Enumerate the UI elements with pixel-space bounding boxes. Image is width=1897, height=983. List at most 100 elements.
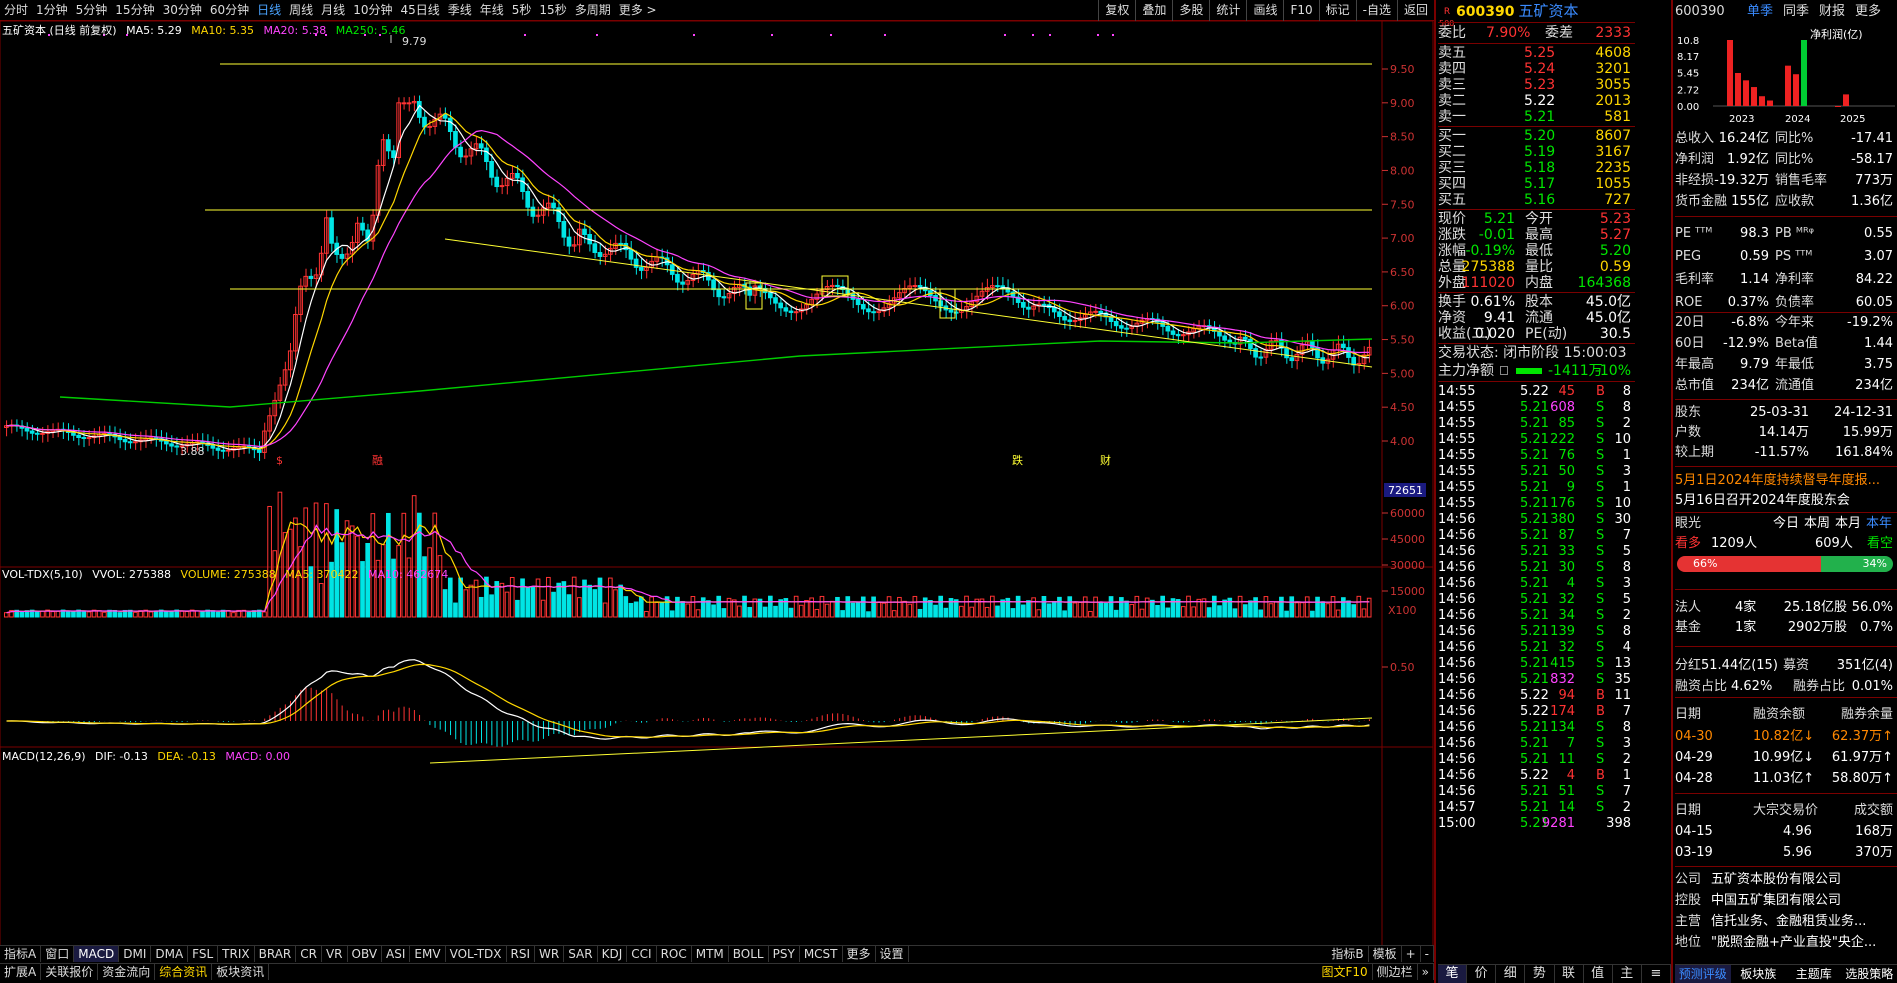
news-link[interactable]: 5月16日召开2024年度股东会 <box>1675 493 1850 508</box>
indicator-tab-11[interactable]: ASI <box>382 946 411 962</box>
period-tab-3[interactable]: 15分钟 <box>111 0 158 20</box>
fin-bottom-tab-3[interactable]: 选股策略 <box>1842 965 1897 983</box>
toolbar-button-4[interactable]: 画线 <box>1246 0 1283 21</box>
period-tab-15[interactable]: 多周期 <box>571 0 615 20</box>
indicator-tab-17[interactable]: KDJ <box>598 946 628 962</box>
period-tab-12[interactable]: 年线 <box>476 0 508 20</box>
period-tab-8[interactable]: 月线 <box>317 0 349 20</box>
tick-count: 10 <box>1614 496 1631 511</box>
sell-level-price[interactable]: 5.21 <box>1524 109 1555 125</box>
tick-tab-7[interactable]: ≡ <box>1642 965 1671 983</box>
tick-tab-5[interactable]: 值 <box>1584 965 1613 983</box>
buy-level-price[interactable]: 5.18 <box>1524 160 1555 176</box>
indicator-tab-13[interactable]: VOL-TDX <box>446 946 507 962</box>
indicator-tab-10[interactable]: OBV <box>348 946 383 962</box>
period-tab-6[interactable]: 日线 <box>253 0 285 20</box>
view-tab-2[interactable]: 本月 <box>1835 514 1861 534</box>
indicator-tab-14[interactable]: RSI <box>507 946 536 962</box>
tick-tab-2[interactable]: 细 <box>1496 965 1526 983</box>
period-tab-5[interactable]: 60分钟 <box>206 0 253 20</box>
view-tab-1[interactable]: 本周 <box>1804 514 1830 534</box>
extension-tab-3[interactable]: 综合资讯 <box>155 964 213 980</box>
extension-tab-1[interactable]: 关联报价 <box>41 964 99 980</box>
zhuli-info-icon[interactable] <box>1500 366 1508 375</box>
indicator-tab-24[interactable]: 更多 <box>843 946 876 962</box>
period-tab-4[interactable]: 30分钟 <box>159 0 206 20</box>
period-tab-2[interactable]: 5分钟 <box>72 0 112 20</box>
period-tab-1[interactable]: 1分钟 <box>32 0 72 20</box>
indicator-tab-4[interactable]: DMA <box>151 946 189 962</box>
sell-level-price[interactable]: 5.22 <box>1524 93 1555 109</box>
period-tab-0[interactable]: 分时 <box>0 0 32 20</box>
news-link[interactable]: 5月1日2024年度持续督导年度报... <box>1675 473 1880 488</box>
indicator-right-tab-1[interactable]: 模板 <box>1369 946 1402 962</box>
indicator-tab-1[interactable]: 窗口 <box>41 946 75 962</box>
extension-right-tab-0[interactable]: 图文F10 <box>1317 964 1373 980</box>
period-tab-16[interactable]: 更多 > <box>615 0 661 20</box>
fin-tab-2[interactable]: 财报 <box>1819 2 1845 22</box>
period-tab-7[interactable]: 周线 <box>285 0 317 20</box>
view-tab-3[interactable]: 本年 <box>1866 514 1892 534</box>
indicator-right-tab-2[interactable]: + <box>1402 946 1421 962</box>
toolbar-button-0[interactable]: 复权 <box>1098 0 1135 21</box>
indicator-tab-25[interactable]: 设置 <box>876 946 909 962</box>
toolbar-button-5[interactable]: F10 <box>1283 0 1318 21</box>
indicator-tab-3[interactable]: DMI <box>119 946 152 962</box>
tick-tab-3[interactable]: 势 <box>1525 965 1555 983</box>
sell-level-price[interactable]: 5.24 <box>1524 61 1555 77</box>
fin-bottom-tab-2[interactable]: 主题库 <box>1786 965 1842 983</box>
period-tab-9[interactable]: 10分钟 <box>349 0 396 20</box>
indicator-tab-22[interactable]: PSY <box>769 946 800 962</box>
tick-tab-1[interactable]: 价 <box>1467 965 1497 983</box>
indicator-tab-8[interactable]: CR <box>296 946 322 962</box>
period-tab-13[interactable]: 5秒 <box>508 0 536 20</box>
toolbar-button-2[interactable]: 多股 <box>1172 0 1209 21</box>
indicator-tab-21[interactable]: BOLL <box>729 946 769 962</box>
indicator-tab-0[interactable]: 指标A <box>0 946 42 962</box>
toolbar-button-3[interactable]: 统计 <box>1209 0 1246 21</box>
indicator-tab-16[interactable]: SAR <box>564 946 598 962</box>
view-tab-0[interactable]: 今日 <box>1773 514 1799 534</box>
indicator-tab-2[interactable]: MACD <box>74 946 120 962</box>
tick-tab-6[interactable]: 主 <box>1613 965 1642 983</box>
indicator-tab-9[interactable]: VR <box>322 946 348 962</box>
sell-level-price[interactable]: 5.25 <box>1524 45 1555 61</box>
indicator-tab-15[interactable]: WR <box>535 946 565 962</box>
indicator-tab-5[interactable]: FSL <box>188 946 219 962</box>
fin-tab-1[interactable]: 同季 <box>1783 2 1809 22</box>
indicator-right-tab-0[interactable]: 指标B <box>1327 946 1369 962</box>
chart-area[interactable]: 9.50 9.00 8.50 8.00 7.50 7.00 6.50 6.00 5.50 5.00… <box>0 21 1434 951</box>
toolbar-button-1[interactable]: 叠加 <box>1135 0 1172 21</box>
buy-level-price[interactable]: 5.16 <box>1524 192 1555 208</box>
indicator-tab-20[interactable]: MTM <box>692 946 729 962</box>
sell-level-price[interactable]: 5.23 <box>1524 77 1555 93</box>
toolbar-button-7[interactable]: -自选 <box>1355 0 1397 21</box>
period-tab-10[interactable]: 45日线 <box>396 0 443 20</box>
indicator-right-tab-3[interactable]: - <box>1421 946 1434 962</box>
extension-tab-2[interactable]: 资金流向 <box>98 964 156 980</box>
extension-tab-0[interactable]: 扩展A <box>0 964 42 980</box>
indicator-tab-19[interactable]: ROC <box>657 946 692 962</box>
indicator-tab-7[interactable]: BRAR <box>255 946 297 962</box>
buy-level-price[interactable]: 5.19 <box>1524 144 1555 160</box>
buy-level-price[interactable]: 5.17 <box>1524 176 1555 192</box>
extension-right-tab-1[interactable]: 侧边栏 <box>1373 964 1418 980</box>
buy-level-price[interactable]: 5.20 <box>1524 128 1555 144</box>
indicator-tab-6[interactable]: TRIX <box>218 946 255 962</box>
toolbar-button-8[interactable]: 返回 <box>1396 0 1434 21</box>
period-tab-11[interactable]: 季线 <box>444 0 476 20</box>
tick-tab-0[interactable]: 笔 <box>1438 965 1468 983</box>
indicator-tab-23[interactable]: MCST <box>800 946 843 962</box>
tick-time: 14:56 <box>1438 656 1476 671</box>
indicator-tab-12[interactable]: EMV <box>410 946 446 962</box>
extension-tab-4[interactable]: 板块资讯 <box>212 964 270 980</box>
tick-tab-4[interactable]: 联 <box>1555 965 1584 983</box>
fin-bottom-tab-1[interactable]: 板块族 <box>1731 965 1787 983</box>
fin-tab-0[interactable]: 单季 <box>1747 2 1773 22</box>
toolbar-button-6[interactable]: 标记 <box>1318 0 1356 21</box>
fin-bottom-tab-0[interactable]: 预测评级 <box>1675 965 1731 983</box>
fin-tab-3[interactable]: 更多 <box>1855 2 1881 22</box>
extension-right-tab-2[interactable]: » <box>1418 964 1434 980</box>
indicator-tab-18[interactable]: CCI <box>627 946 657 962</box>
period-tab-14[interactable]: 15秒 <box>535 0 570 20</box>
